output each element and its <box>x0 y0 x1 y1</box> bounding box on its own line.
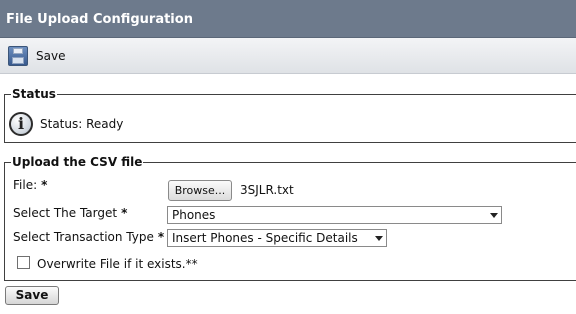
transaction-required-mark: * <box>157 230 165 244</box>
file-label: File: <box>13 178 38 192</box>
title-bar: File Upload Configuration <box>0 0 576 38</box>
transaction-type-select[interactable]: Insert Phones - Specific Details <box>167 229 387 247</box>
selected-file-name: 3SJLR.txt <box>240 183 294 197</box>
status-section: Status <box>4 87 576 143</box>
transaction-label-row: Select Transaction Type * <box>13 230 164 244</box>
target-select-value: Phones <box>172 208 216 222</box>
floppy-shutter <box>13 48 23 54</box>
upload-csv-legend: Upload the CSV file <box>12 155 143 169</box>
chevron-down-icon <box>375 236 383 241</box>
target-label-row: Select The Target * <box>13 206 127 220</box>
toolbar-save-label: Save <box>36 49 66 63</box>
file-required-mark: * <box>41 178 48 192</box>
chevron-down-icon <box>490 213 498 218</box>
page-title: File Upload Configuration <box>6 12 193 27</box>
status-legend: Status <box>12 87 56 101</box>
transaction-select-value: Insert Phones - Specific Details <box>172 231 358 245</box>
info-icon: i <box>9 112 33 136</box>
target-select[interactable]: Phones <box>167 206 502 224</box>
status-text: Status: Ready <box>40 117 124 131</box>
overwrite-label: Overwrite File if it exists.** <box>37 257 198 271</box>
transaction-label: Select Transaction Type <box>13 230 154 244</box>
toolbar-save-button[interactable]: Save <box>8 45 65 67</box>
toolbar: Save <box>0 38 576 74</box>
overwrite-checkbox[interactable] <box>17 256 30 269</box>
floppy-disk-icon <box>8 46 28 66</box>
floppy-label <box>12 57 24 64</box>
browse-button[interactable]: Browse... <box>168 180 232 201</box>
target-label: Select The Target <box>13 206 118 220</box>
target-required-mark: * <box>121 206 128 220</box>
save-button[interactable]: Save <box>5 286 59 305</box>
file-label-row: File: * <box>13 178 47 192</box>
